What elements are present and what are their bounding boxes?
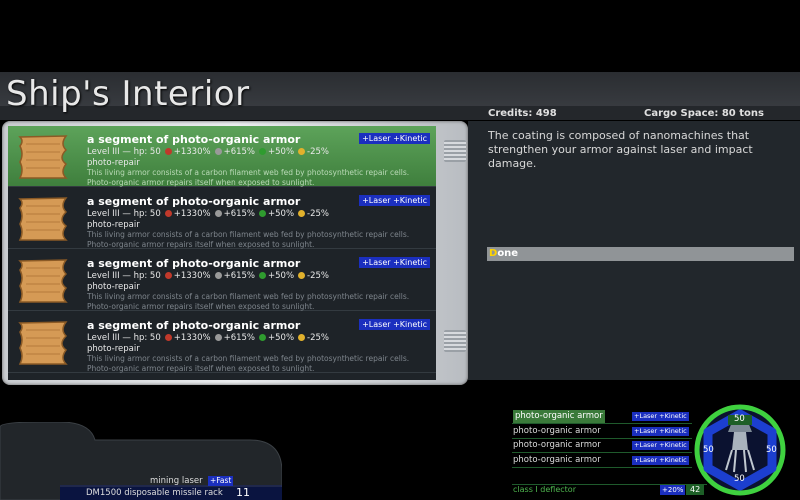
item-desc: This living armor consists of a carbon f… <box>87 168 410 187</box>
armor-right-hp: 50 <box>766 445 777 455</box>
item-row[interactable]: a segment of photo-organic armor +Laser +… <box>8 250 436 311</box>
armor-segment-row: photo-organic armor +Laser +Kinetic <box>512 439 692 453</box>
armor-segment-icon <box>18 259 68 303</box>
armor-segment-name: photo-organic armor <box>513 440 601 450</box>
kinetic-damage-icon <box>214 334 222 341</box>
armor-segment-name: photo-organic armor <box>513 425 601 436</box>
item-stats: Level III — hp: 50 +1330% +615% +50% -25% <box>87 333 333 343</box>
blast-damage-icon <box>298 148 306 155</box>
item-desc: This living armor consists of a carbon f… <box>87 230 410 249</box>
item-level-hp: Level III — hp: 50 <box>87 147 161 157</box>
item-damage-badge: +Laser +Kinetic <box>359 319 430 330</box>
item-ability: photo-repair <box>87 344 140 354</box>
armor-segment-badge: +Laser +Kinetic <box>632 426 689 436</box>
item-row[interactable]: a segment of photo-organic armor +Laser +… <box>8 312 436 373</box>
item-row[interactable]: a segment of photo-organic armor +Laser +… <box>8 188 436 249</box>
item-name: a segment of photo-organic armor <box>87 133 301 146</box>
item-desc: This living armor consists of a carbon f… <box>87 292 410 311</box>
item-level-hp: Level III — hp: 50 <box>87 333 161 343</box>
item-stats: Level III — hp: 50 +1330% +615% +50% -25% <box>87 147 333 157</box>
scroll-down-grip[interactable] <box>444 330 466 352</box>
shield-badge: +20% <box>660 485 686 495</box>
laser-damage-icon <box>164 334 172 341</box>
stat-kinetic: +615% <box>223 333 256 343</box>
stat-laser: +1330% <box>173 209 211 219</box>
stat-kinetic: +615% <box>223 271 256 281</box>
stat-blast: -25% <box>307 333 329 343</box>
secondary-weapon-ammo: 11 <box>236 486 250 499</box>
armor-segment-name: photo-organic armor <box>513 410 605 423</box>
item-desc: This living armor consists of a carbon f… <box>87 354 410 373</box>
armor-segment-badge: +Laser +Kinetic <box>632 412 689 421</box>
laser-damage-icon <box>164 272 172 279</box>
armor-segment-icon <box>18 135 68 179</box>
armor-segment-badge: +Laser +Kinetic <box>632 441 689 450</box>
stat-particle: +50% <box>268 147 295 157</box>
item-description: The coating is composed of nanomachines … <box>488 129 753 170</box>
primary-weapon-badge: +Fast <box>208 476 234 486</box>
particle-damage-icon <box>259 148 267 155</box>
item-row[interactable]: a segment of photo-organic armor +Laser +… <box>8 126 436 187</box>
kinetic-damage-icon <box>214 210 222 217</box>
secondary-weapon-name: DM1500 disposable missile rack <box>86 488 223 498</box>
armor-segment-badge: +Laser +Kinetic <box>632 455 689 465</box>
item-ability: photo-repair <box>87 158 140 168</box>
stat-particle: +50% <box>268 209 295 219</box>
item-name: a segment of photo-organic armor <box>87 319 301 332</box>
armor-left-hp: 50 <box>703 445 714 455</box>
item-damage-badge: +Laser +Kinetic <box>359 257 430 268</box>
armor-segment-row: photo-organic armor +Laser +Kinetic <box>512 425 692 439</box>
particle-damage-icon <box>259 272 267 279</box>
item-level-hp: Level III — hp: 50 <box>87 209 161 219</box>
page-title: Ship's Interior <box>6 74 250 114</box>
item-name: a segment of photo-organic armor <box>87 195 301 208</box>
blast-damage-icon <box>298 210 306 217</box>
item-stats: Level III — hp: 50 +1330% +615% +50% -25% <box>87 271 333 281</box>
stat-blast: -25% <box>307 209 329 219</box>
primary-weapon-name: mining laser <box>150 476 203 486</box>
particle-damage-icon <box>259 210 267 217</box>
kinetic-damage-icon <box>214 148 222 155</box>
laser-damage-icon <box>164 210 172 217</box>
armor-top-hp: 50 <box>734 414 745 424</box>
stat-blast: -25% <box>307 147 329 157</box>
armor-segment-icon <box>18 197 68 241</box>
armor-segment-icon <box>18 321 68 365</box>
stat-kinetic: +615% <box>223 147 256 157</box>
item-stats: Level III — hp: 50 +1330% +615% +50% -25% <box>87 209 333 219</box>
item-damage-badge: +Laser +Kinetic <box>359 133 430 144</box>
done-button[interactable]: Done <box>487 247 794 261</box>
laser-damage-icon <box>164 148 172 155</box>
stat-laser: +1330% <box>173 333 211 343</box>
item-ability: photo-repair <box>87 220 140 230</box>
item-damage-badge: +Laser +Kinetic <box>359 195 430 206</box>
kinetic-damage-icon <box>214 272 222 279</box>
blast-damage-icon <box>298 272 306 279</box>
stat-particle: +50% <box>268 271 295 281</box>
item-level-hp: Level III — hp: 50 <box>87 271 161 281</box>
item-name: a segment of photo-organic armor <box>87 257 301 270</box>
done-label: one <box>497 248 519 259</box>
particle-damage-icon <box>259 334 267 341</box>
scroll-up-grip[interactable] <box>444 140 466 162</box>
cargo-space-readout: Cargo Space: 80 tons <box>644 108 764 119</box>
blast-damage-icon <box>298 334 306 341</box>
stat-laser: +1330% <box>173 147 211 157</box>
armor-segment-row: photo-organic armor +Laser +Kinetic <box>512 454 692 468</box>
armor-segment-name: photo-organic armor <box>513 454 601 465</box>
stat-laser: +1330% <box>173 271 211 281</box>
armor-bottom-hp: 50 <box>734 474 745 484</box>
item-ability: photo-repair <box>87 282 140 292</box>
stat-particle: +50% <box>268 333 295 343</box>
stat-kinetic: +615% <box>223 209 256 219</box>
shield-name: class I deflector <box>513 485 576 494</box>
stat-blast: -25% <box>307 271 329 281</box>
credits-readout: Credits: 498 <box>488 108 557 119</box>
armor-segment-row: photo-organic armor +Laser +Kinetic <box>512 410 692 424</box>
